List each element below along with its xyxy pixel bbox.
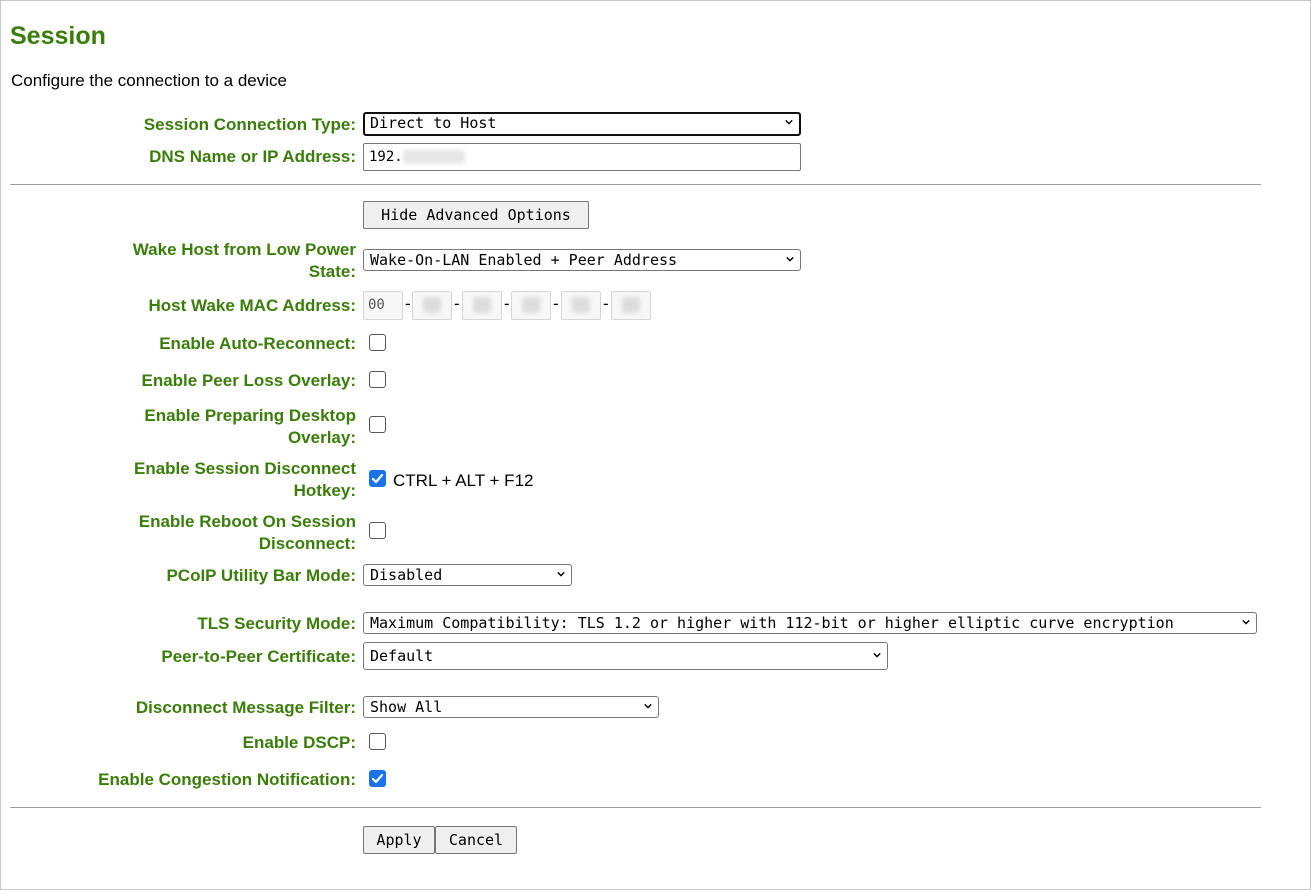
utility-bar-mode-select[interactable]: Disabled (363, 564, 572, 586)
chevron-down-icon (873, 652, 881, 658)
page-title: Session (10, 22, 106, 50)
auto-reconnect-label: Enable Auto-Reconnect: (159, 334, 356, 353)
preparing-desktop-checkbox[interactable] (369, 416, 386, 433)
disconnect-hotkey-checkbox[interactable] (369, 470, 386, 487)
redacted-blur (572, 297, 590, 313)
disconnect-hotkey-label-line2: Hotkey: (293, 481, 356, 500)
redacted-blur (622, 297, 640, 313)
auto-reconnect-checkbox[interactable] (369, 334, 386, 351)
mac-separator: - (405, 294, 411, 313)
redacted-blur (423, 297, 441, 313)
chevron-down-icon (786, 256, 794, 262)
peer-loss-overlay-checkbox[interactable] (369, 371, 386, 388)
wake-host-select[interactable]: Wake-On-LAN Enabled + Peer Address (363, 249, 801, 271)
dns-name-input[interactable]: 192. (363, 143, 801, 171)
preparing-desktop-label-line1: Enable Preparing Desktop (144, 406, 356, 425)
mac-octet-2[interactable] (412, 291, 452, 320)
redacted-blur (522, 297, 540, 313)
tls-security-mode-value: Maximum Compatibility: TLS 1.2 or higher… (370, 614, 1174, 632)
p2p-certificate-select[interactable]: Default (363, 642, 888, 670)
p2p-certificate-label: Peer-to-Peer Certificate: (161, 647, 356, 666)
tls-security-mode-label: TLS Security Mode: (197, 614, 356, 633)
dns-name-label: DNS Name or IP Address: (149, 147, 356, 166)
apply-button[interactable]: Apply (363, 826, 435, 854)
enable-dscp-label: Enable DSCP: (242, 733, 356, 752)
reboot-on-disconnect-label-line1: Enable Reboot On Session (138, 512, 356, 531)
wake-host-label-line2: State: (308, 262, 356, 281)
mac-octet-5[interactable] (561, 291, 601, 320)
disconnect-hotkey-text: CTRL + ALT + F12 (393, 471, 534, 490)
congestion-notification-checkbox[interactable] (369, 770, 386, 787)
session-connection-type-label: Session Connection Type: (143, 115, 356, 134)
section-divider (10, 807, 1261, 808)
peer-loss-overlay-label: Enable Peer Loss Overlay: (141, 371, 357, 390)
mac-octet-1[interactable]: 00 (363, 291, 403, 320)
mac-separator: - (603, 294, 609, 313)
redacted-blur (473, 297, 491, 313)
checkmark-icon (371, 473, 384, 484)
disconnect-message-filter-value: Show All (370, 698, 443, 716)
hide-advanced-options-button[interactable]: Hide Advanced Options (363, 201, 589, 229)
congestion-notification-label: Enable Congestion Notification: (98, 770, 356, 789)
cancel-button[interactable]: Cancel (435, 826, 517, 854)
chevron-down-icon (785, 119, 793, 125)
chevron-down-icon (644, 703, 652, 709)
section-divider (10, 184, 1261, 185)
enable-dscp-checkbox[interactable] (369, 733, 386, 750)
disconnect-hotkey-label-line1: Enable Session Disconnect (133, 459, 356, 478)
disconnect-message-filter-label: Disconnect Message Filter: (135, 698, 356, 717)
page-subtitle: Configure the connection to a device (11, 71, 287, 90)
host-wake-mac-label: Host Wake MAC Address: (148, 296, 357, 315)
mac-separator: - (553, 294, 559, 313)
mac-octet-6[interactable] (611, 291, 651, 320)
wake-host-label-line1: Wake Host from Low Power (132, 240, 356, 259)
utility-bar-mode-value: Disabled (370, 566, 443, 584)
chevron-down-icon (557, 571, 565, 577)
redacted-ip-blur (402, 150, 465, 164)
mac-octet-4[interactable] (511, 291, 551, 320)
dns-name-value: 192. (369, 149, 403, 165)
utility-bar-mode-label: PCoIP Utility Bar Mode: (166, 566, 356, 585)
mac-separator: - (504, 294, 510, 313)
mac-octet-3[interactable] (462, 291, 502, 320)
p2p-certificate-value: Default (370, 647, 434, 665)
tls-security-mode-select[interactable]: Maximum Compatibility: TLS 1.2 or higher… (363, 612, 1257, 634)
preparing-desktop-label-line2: Overlay: (287, 428, 356, 447)
session-connection-type-select[interactable]: Direct to Host (363, 112, 801, 136)
checkmark-icon (371, 773, 384, 784)
reboot-on-disconnect-checkbox[interactable] (369, 522, 386, 539)
reboot-on-disconnect-label-line2: Disconnect: (258, 534, 356, 553)
chevron-down-icon (1242, 619, 1250, 625)
session-connection-type-value: Direct to Host (370, 114, 497, 132)
wake-host-value: Wake-On-LAN Enabled + Peer Address (370, 251, 678, 269)
disconnect-message-filter-select[interactable]: Show All (363, 696, 659, 718)
mac-separator: - (454, 294, 460, 313)
